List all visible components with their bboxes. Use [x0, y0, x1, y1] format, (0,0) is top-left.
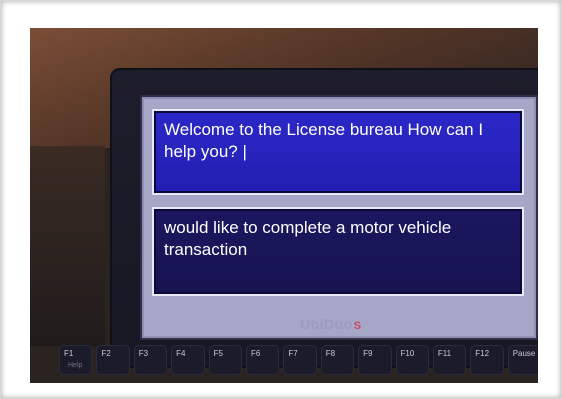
fkey-f5[interactable]: F5: [209, 346, 241, 374]
fkey-f11[interactable]: F11: [433, 346, 466, 374]
fkey-f2[interactable]: F2: [97, 346, 129, 374]
fkey-f12[interactable]: F12: [471, 346, 503, 374]
screen-bezel: Welcome to the License bureau How can I …: [142, 97, 536, 338]
fkey-f10[interactable]: F10: [396, 346, 428, 374]
photo-frame: Welcome to the License bureau How can I …: [0, 0, 562, 399]
background-edge: [30, 146, 105, 346]
fkey-pause[interactable]: Pause: [508, 346, 538, 374]
function-key-row: F1 Help F2 F3 F4 F5 F6 F7 F8 F9 F10 F11 F…: [60, 346, 538, 376]
fkey-f8[interactable]: F8: [321, 346, 354, 374]
bottom-message: would like to complete a motor vehicle t…: [164, 218, 452, 259]
screen-top-pane: Welcome to the License bureau How can I …: [152, 109, 524, 195]
brand-mark: S: [353, 320, 362, 332]
fkey-f7[interactable]: F7: [284, 346, 316, 374]
fkey-f9[interactable]: F9: [359, 346, 391, 374]
fkey-f6[interactable]: F6: [246, 346, 279, 374]
fkey-f1[interactable]: F1 Help: [60, 346, 92, 374]
ubiduo-device-photo: Welcome to the License bureau How can I …: [30, 28, 538, 383]
screen-bottom-pane: would like to complete a motor vehicle t…: [152, 207, 524, 296]
top-message: Welcome to the License bureau How can I …: [164, 120, 484, 161]
device-brand-logo: UbiDuoS: [300, 316, 362, 332]
brand-text: UbiDuo: [300, 316, 353, 332]
fkey-f4[interactable]: F4: [172, 346, 204, 374]
fkey-f3[interactable]: F3: [134, 346, 167, 374]
